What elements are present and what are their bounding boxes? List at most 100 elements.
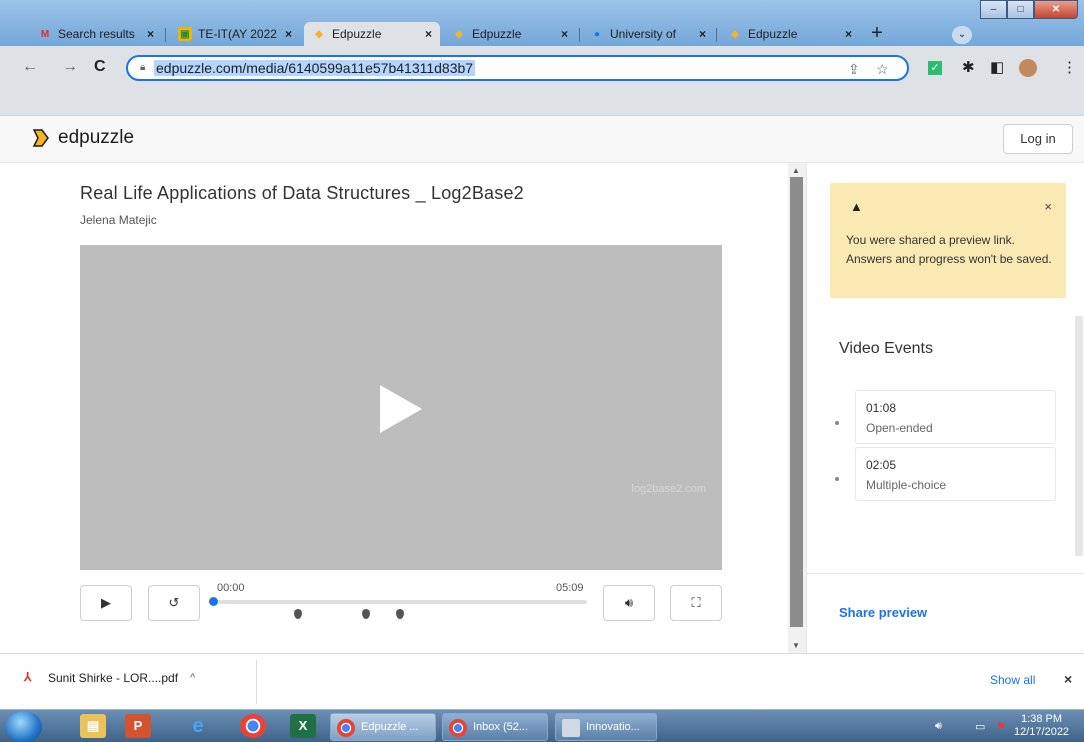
sidebar-scrollbar[interactable] [1073,298,1084,573]
clock-time: 1:38 PM [1021,713,1063,725]
system-clock[interactable]: 1:38 PM 12/17/2022 [1014,713,1069,739]
profile-avatar-icon[interactable] [1019,59,1037,77]
duration: 05:09 [556,582,584,594]
new-tab-button[interactable]: + [866,23,888,44]
chrome-icon [337,719,355,737]
edpuzzle-icon: ◆ [731,28,739,40]
rewind-button[interactable]: ↺ [148,585,200,621]
gmail-icon: M [40,28,50,40]
excel-icon[interactable]: X [290,714,316,738]
internet-explorer-icon[interactable]: e [185,714,211,738]
share-icon[interactable]: ⇪ [848,61,860,78]
site-header: edpuzzle Log in [0,116,1084,163]
taskbar-task-inbox[interactable]: Inbox (52... [442,713,548,741]
file-explorer-icon[interactable]: ▤ [80,714,106,738]
close-downloads-icon[interactable]: × [1064,671,1072,687]
play-button[interactable]: ▶ [80,585,132,621]
download-filename[interactable]: Sunit Shirke - LOR....pdf [48,671,178,685]
tab-classroom[interactable]: ▣ TE-IT(AY 2022 × [170,22,300,46]
tab-close-icon[interactable]: × [561,27,568,41]
tab-separator [716,28,717,42]
extension-check-icon[interactable]: ✓ [928,61,942,75]
side-panel-icon[interactable]: ◧ [990,58,1004,76]
address-bar[interactable]: 🔒︎ edpuzzle.com/media/6140599a11e57b4131… [126,55,909,81]
close-window-button[interactable]: ✕ [1034,0,1078,19]
scrollbar-thumb[interactable] [790,177,803,627]
event-kind: Multiple-choice [866,478,947,492]
chrome-icon [449,719,467,737]
play-overlay-icon[interactable] [380,385,422,433]
chevron-up-icon[interactable]: ^ [190,672,195,684]
login-button[interactable]: Log in [1003,124,1073,154]
sidebar: ▲ × You were shared a preview link. Answ… [806,163,1084,653]
taskbar-task-innovation[interactable]: Innovatio... [555,713,657,741]
tab-search-chevron-icon[interactable]: ⌄ [952,26,972,44]
close-alert-icon[interactable]: × [1044,199,1052,214]
tab-title: Edpuzzle [472,27,522,41]
progress-track[interactable] [212,600,587,604]
progress-knob[interactable] [209,597,218,606]
globe-icon: ● [593,28,601,40]
video-watermark: log2base2.com [631,483,706,495]
tab-edpuzzle-2[interactable]: ◆ Edpuzzle × [444,22,576,46]
site-logo-text[interactable]: edpuzzle [58,127,134,149]
alert-text: You were shared a preview link. Answers … [846,233,1052,266]
download-separator [256,660,257,704]
current-time: 00:00 [217,582,245,594]
video-author: Jelena Matejic [80,213,157,227]
tab-edpuzzle-3[interactable]: ◆ Edpuzzle × [720,22,860,46]
tab-title: Search results [58,27,135,41]
network-tray-icon[interactable]: ▭ [975,720,985,733]
tab-edpuzzle-active[interactable]: ◆ Edpuzzle × [304,22,440,46]
tab-close-icon[interactable]: × [699,27,706,41]
scroll-up-arrow-icon[interactable]: ▲ [792,166,800,175]
maximize-button[interactable]: □ [1007,0,1034,19]
scrollbar-thumb[interactable] [1075,316,1083,556]
forward-arrow-icon[interactable]: → [62,58,78,76]
event-dot [835,477,839,481]
tab-title: Edpuzzle [332,27,382,41]
question-marker[interactable] [361,609,370,619]
tab-close-icon[interactable]: × [845,27,852,41]
start-button[interactable] [6,711,42,742]
share-preview-link[interactable]: Share preview [839,605,927,620]
tab-close-icon[interactable]: × [425,27,432,41]
tab-search-results[interactable]: M Search results × [30,22,162,46]
windows-taskbar: ▤ P e X Edpuzzle ... Inbox (52... Innova… [0,709,1084,742]
kebab-menu-icon[interactable]: ⋮ [1062,58,1077,76]
tab-separator [579,28,580,42]
lock-icon[interactable]: 🔒︎ [140,62,145,73]
volume-button[interactable]: 🔊︎ [603,585,655,621]
sidebar-divider [807,573,1084,574]
back-arrow-icon[interactable]: ← [22,58,38,76]
reload-icon[interactable]: C [94,58,106,76]
powerpoint-icon[interactable]: P [125,714,151,738]
url-text[interactable]: edpuzzle.com/media/6140599a11e57b41311d8… [154,60,476,76]
video-player[interactable]: log2base2.com [80,245,722,570]
minimize-button[interactable]: ‒ [980,0,1007,19]
edpuzzle-logo-icon[interactable] [30,127,52,149]
bookmark-star-icon[interactable]: ☆ [876,61,889,78]
download-item[interactable]: ⅄ Sunit Shirke - LOR....pdf ^ [24,670,195,686]
main-content: Real Life Applications of Data Structure… [0,163,788,653]
question-marker[interactable] [395,609,404,619]
fullscreen-button[interactable]: ⛶ [670,585,722,621]
browser-toolbar: ← → C 🔒︎ edpuzzle.com/media/6140599a11e5… [0,46,1084,90]
tab-university[interactable]: ● University of × [582,22,714,46]
taskbar-task-edpuzzle[interactable]: Edpuzzle ... [330,713,436,741]
volume-tray-icon[interactable]: 🔊︎ [935,720,942,733]
show-all-link[interactable]: Show all [990,673,1035,687]
tab-title: TE-IT(AY 2022 [198,27,277,41]
event-item[interactable]: 02:05 Multiple-choice [855,447,1056,501]
event-item[interactable]: 01:08 Open-ended [855,390,1056,444]
scroll-down-arrow-icon[interactable]: ▼ [792,641,800,650]
chrome-icon[interactable] [240,714,266,738]
extensions-puzzle-icon[interactable]: ✱ [962,58,975,76]
question-marker[interactable] [294,609,303,619]
tab-close-icon[interactable]: × [285,27,292,41]
action-center-icon[interactable]: ⚑ [996,720,1006,733]
main-scrollbar[interactable]: ▲ ▼ [788,163,806,653]
clock-date: 12/17/2022 [1014,726,1070,738]
tab-close-icon[interactable]: × [147,27,154,41]
document-icon [562,719,580,737]
